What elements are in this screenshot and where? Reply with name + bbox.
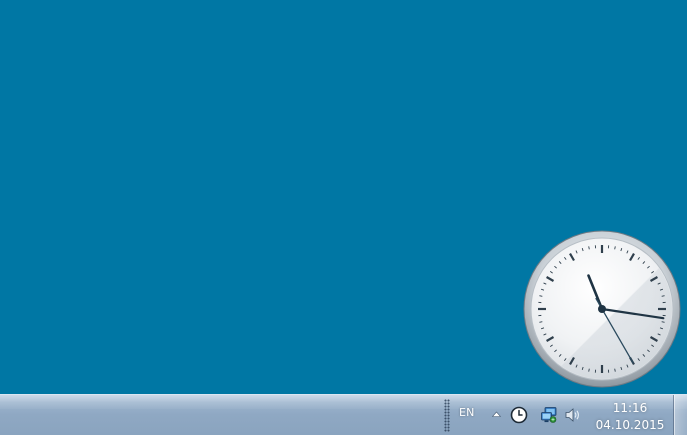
clock-face [523, 230, 681, 388]
clock-hub [598, 305, 606, 313]
minute-tick [661, 321, 665, 323]
minute-tick [588, 368, 590, 372]
minute-tick [661, 295, 665, 297]
speaker-icon [565, 408, 579, 422]
show-hidden-icons-button[interactable] [489, 407, 503, 421]
taskbar-time: 11:16 [612, 401, 648, 415]
minute-tick [614, 246, 616, 250]
tray-network-icon[interactable] [540, 406, 558, 424]
minute-tick [539, 295, 543, 297]
clock-icon [510, 406, 528, 424]
taskbar-gloss [0, 395, 687, 409]
tray-volume-icon[interactable] [564, 406, 582, 424]
minute-tick [588, 246, 590, 250]
show-desktop-button[interactable] [673, 395, 687, 435]
clock-gadget[interactable] [522, 229, 682, 389]
taskbar: EN 11:16 04.10.2015 [0, 394, 687, 435]
taskbar-clock[interactable]: 11:16 04.10.2015 [592, 400, 668, 434]
language-indicator[interactable]: EN [459, 406, 475, 419]
taskbar-grip[interactable] [444, 399, 450, 432]
chevron-up-icon [491, 411, 501, 417]
network-icon [541, 407, 557, 423]
taskbar-date: 04.10.2015 [595, 418, 665, 432]
minute-tick [539, 321, 543, 323]
minute-tick [614, 368, 616, 372]
tray-clock-icon[interactable] [510, 406, 528, 424]
